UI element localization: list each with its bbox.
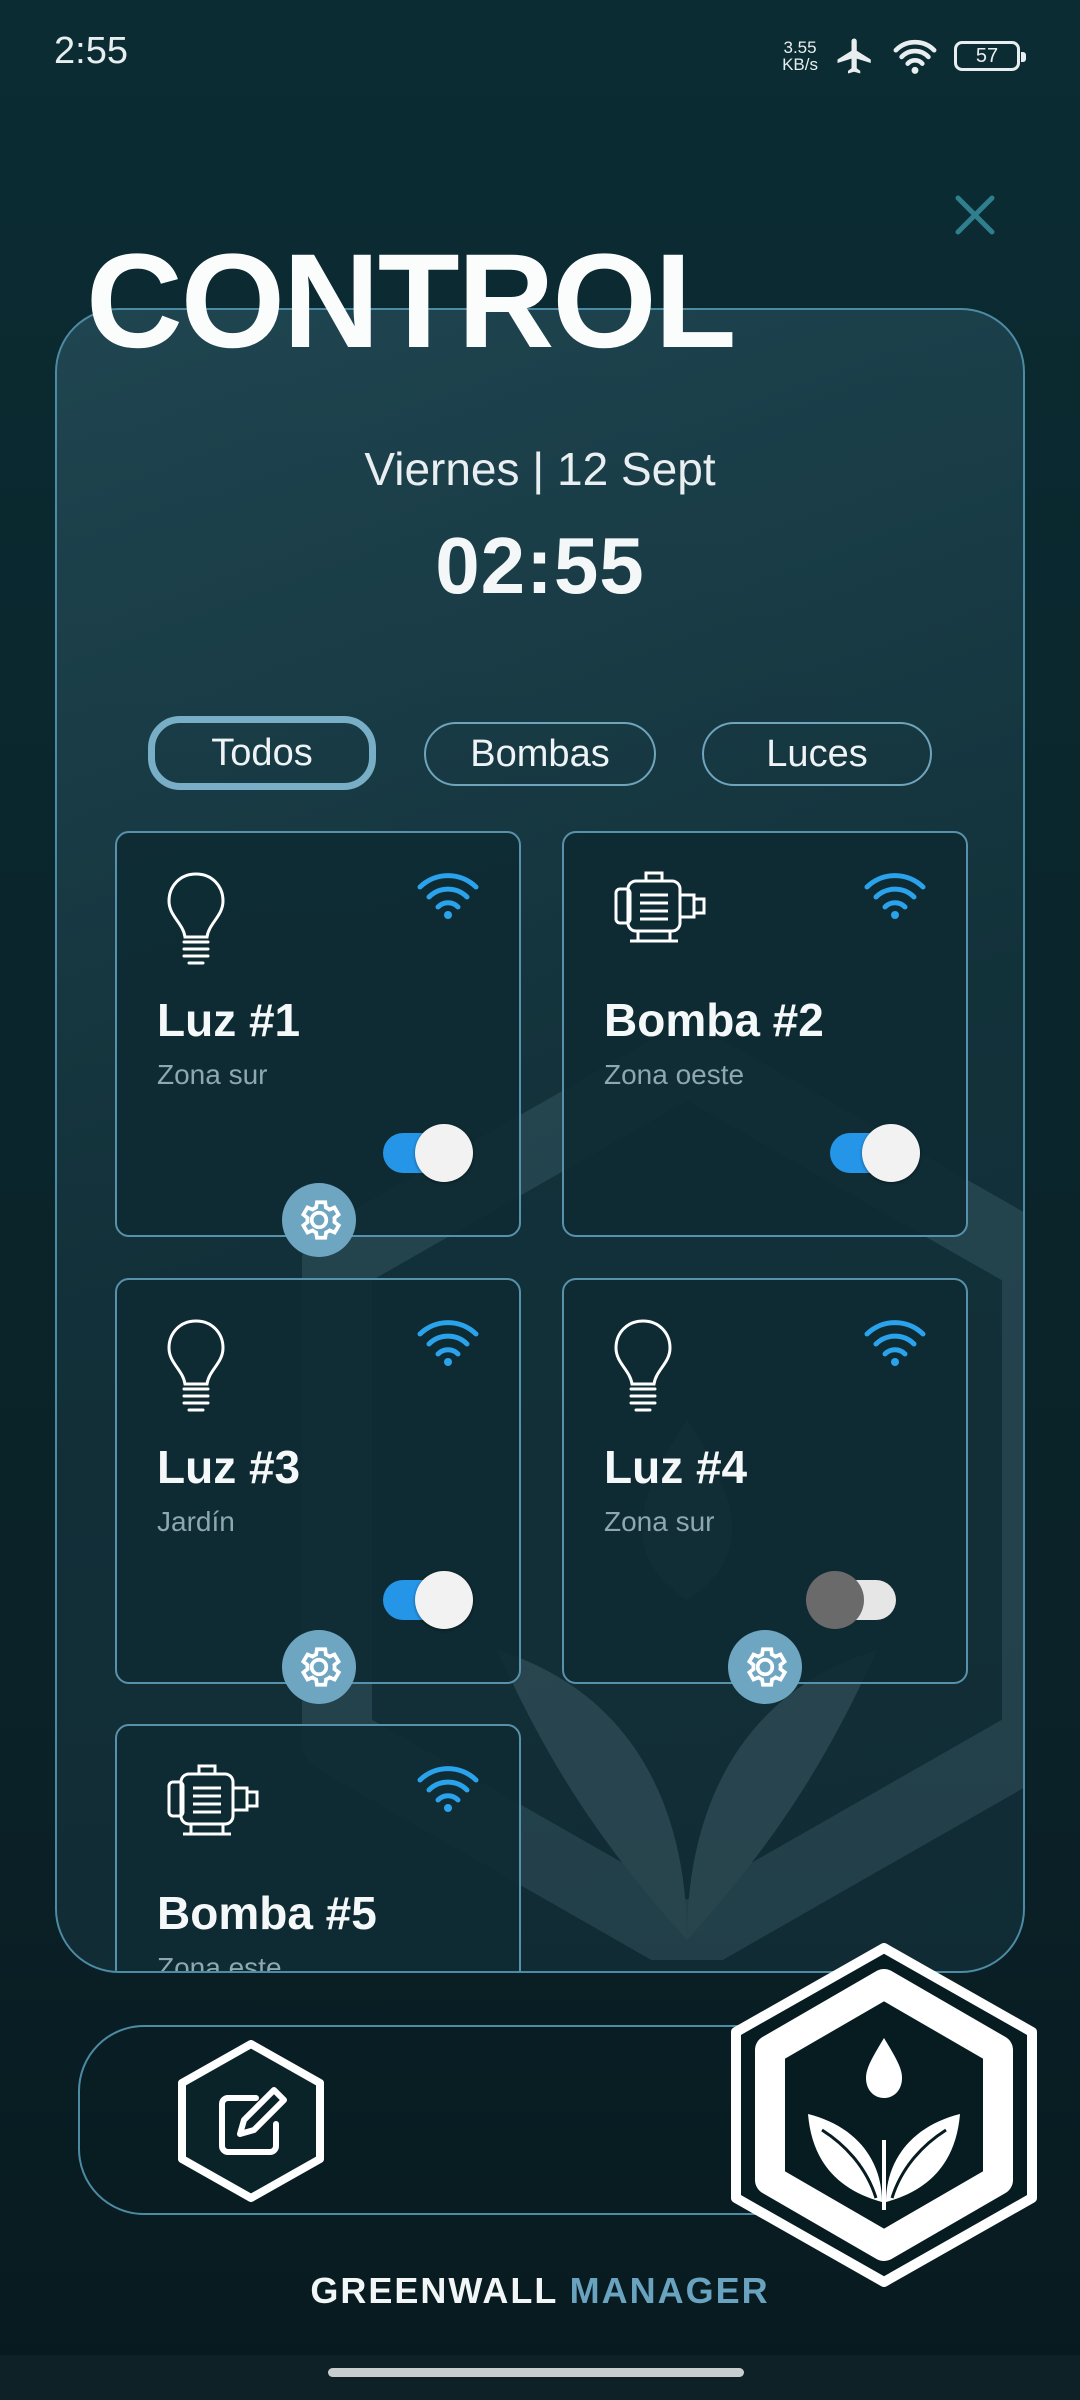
brand-name-part2: MANAGER <box>569 2270 770 2311</box>
tab-todos[interactable]: Todos <box>148 716 376 790</box>
light-bulb-icon <box>614 1319 672 1412</box>
wifi-icon <box>893 39 937 74</box>
pump-motor-icon <box>614 871 706 943</box>
status-icons: 3.55 KB/s 57 <box>782 34 1026 78</box>
system-nav-strip <box>0 2355 1080 2400</box>
device-card-luz-1[interactable]: Luz #1 Zona sur <box>115 831 521 1237</box>
wifi-signal-icon <box>417 1766 479 1812</box>
battery-icon: 57 <box>954 41 1026 71</box>
device-zone: Zona sur <box>604 1506 715 1537</box>
device-card-luz-3[interactable]: Luz #3 Jardín <box>115 1278 521 1684</box>
light-bulb-icon <box>167 1319 225 1412</box>
device-toggle[interactable] <box>830 1124 920 1182</box>
date-label: Viernes | 12 Sept <box>364 443 716 495</box>
wifi-signal-icon <box>864 873 926 919</box>
close-icon[interactable] <box>950 190 1000 240</box>
wifi-signal-icon <box>864 1320 926 1366</box>
home-indicator[interactable] <box>328 2368 744 2377</box>
device-name: Luz #1 <box>157 994 301 1046</box>
device-card-luz-4[interactable]: Luz #4 Zona sur <box>562 1278 968 1684</box>
page-title: CONTROL <box>86 227 736 376</box>
device-name: Bomba #2 <box>604 994 824 1046</box>
settings-button-luz-1[interactable] <box>282 1183 356 1257</box>
device-name: Bomba #5 <box>157 1887 377 1939</box>
settings-button-luz-3[interactable] <box>282 1630 356 1704</box>
device-zone: Zona sur <box>157 1059 268 1090</box>
edit-button[interactable] <box>174 2038 328 2204</box>
tab-bombas[interactable]: Bombas <box>424 722 656 786</box>
clock-time: 02:55 <box>435 521 645 610</box>
device-toggle[interactable] <box>806 1571 896 1629</box>
pump-motor-icon <box>167 1764 259 1836</box>
device-zone: Jardín <box>157 1506 235 1537</box>
device-card-bomba-2[interactable]: Bomba #2 Zona oeste <box>562 831 968 1237</box>
device-toggle[interactable] <box>383 1571 473 1629</box>
status-time: 2:55 <box>54 30 128 72</box>
airplane-icon <box>837 38 871 74</box>
light-bulb-icon <box>167 872 225 965</box>
brand-footer: GREENWALL MANAGER <box>0 2270 1080 2312</box>
gear-icon <box>300 1647 342 1687</box>
gear-icon <box>746 1647 788 1687</box>
device-zone: Zona oeste <box>604 1059 745 1090</box>
wifi-signal-icon <box>417 1320 479 1366</box>
wifi-signal-icon <box>417 873 479 919</box>
device-name: Luz #3 <box>157 1441 301 1493</box>
device-card-bomba-5[interactable]: Bomba #5 Zona este <box>115 1724 521 1971</box>
device-zone: Zona este <box>157 1952 282 1971</box>
settings-button-luz-4[interactable] <box>728 1630 802 1704</box>
tab-luces[interactable]: Luces <box>702 722 932 786</box>
brand-name-part1: GREENWALL <box>310 2270 558 2311</box>
plant-drop-logo-icon[interactable] <box>726 1940 1042 2290</box>
net-speed: 3.55 KB/s <box>782 38 818 74</box>
device-toggle[interactable] <box>383 1124 473 1182</box>
device-name: Luz #4 <box>604 1441 748 1493</box>
gear-icon <box>300 1200 342 1240</box>
